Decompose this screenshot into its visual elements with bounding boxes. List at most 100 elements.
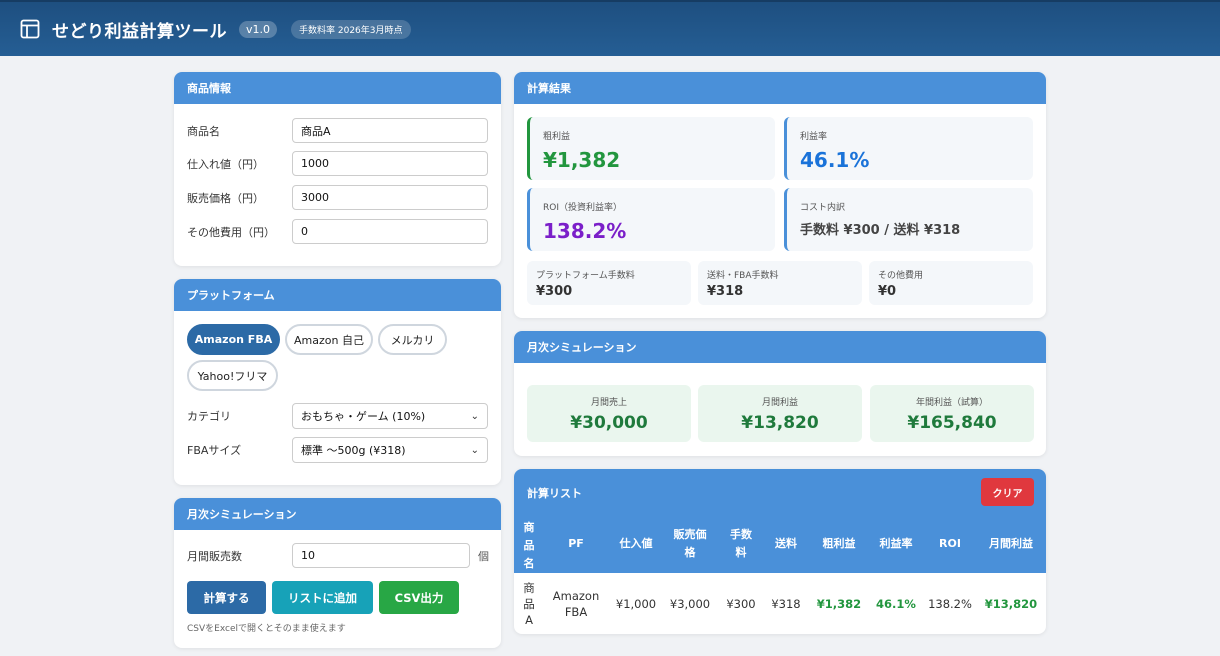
app-header: せどり利益計算ツール v1.0 手数料率 2026年3月時点 <box>0 0 1220 56</box>
monthly-profit-label: 月間利益 <box>761 398 798 408</box>
version-badge: v1.0 <box>239 20 278 38</box>
monthly-sales-result-value: ¥30,000 <box>570 413 648 433</box>
platform-title: プラットフォーム <box>174 279 501 311</box>
monthly-sales-label: 月間販売数 <box>187 549 242 563</box>
category-value: おもちゃ・ゲーム (10%) <box>301 410 426 423</box>
cost-price-row: 仕入れ値（円） 1000 <box>187 151 488 176</box>
other-cost-row: その他費用（円） 0 <box>187 219 488 244</box>
monthly-profit-value: ¥13,820 <box>741 413 819 433</box>
cost-price-input[interactable]: 1000 <box>292 151 488 176</box>
monthly-sales-row: 月間販売数 10 個 <box>187 543 489 568</box>
shipping-fee-value: ¥318 <box>707 284 744 299</box>
category-select[interactable]: おもちゃ・ゲーム (10%) ⌄ <box>292 403 488 429</box>
sale-price-input[interactable]: 3000 <box>292 185 488 210</box>
category-row: カテゴリ おもちゃ・ゲーム (10%) ⌄ <box>187 403 488 429</box>
cell-margin: 46.1% <box>876 597 916 611</box>
cell-product-name: 商品A <box>523 581 535 627</box>
shipping-fee-label: 送料・FBA手数料 <box>707 271 779 281</box>
product-info-card: 商品情報 商品名 商品A 仕入れ値（円） 1000 販売価格（円） 3000 そ… <box>174 72 501 266</box>
calc-list-title: 計算リスト <box>527 487 582 500</box>
col-shipping: 送料 <box>775 537 797 550</box>
product-name-value: 商品A <box>301 124 331 138</box>
col-price: 販売価格 <box>673 528 707 559</box>
cell-pf: Amazon FBA <box>552 589 600 619</box>
margin-value: 46.1% <box>800 148 870 172</box>
cell-shipping: ¥318 <box>771 597 801 611</box>
cell-monthly-profit: ¥13,820 <box>984 597 1038 611</box>
csv-export-button[interactable]: CSV出力 <box>379 581 459 614</box>
cell-price: ¥3,000 <box>669 597 711 611</box>
monthly-sales-unit: 個 <box>478 549 489 563</box>
annual-profit-label: 年間利益（試算） <box>915 398 988 408</box>
other-cost-result-value: ¥0 <box>878 284 897 299</box>
app-title: せどり利益計算ツール <box>52 21 227 42</box>
calc-list-card: 計算リスト クリア 商品名 PF 仕入値 販売価格 手数料 送料 粗利益 利益率… <box>514 469 1046 634</box>
fee-note-badge: 手数料率 2026年3月時点 <box>291 19 411 39</box>
fba-size-row: FBAサイズ 標準 〜500g (¥318) ⌄ <box>187 437 488 463</box>
other-cost-result-label: その他費用 <box>878 271 924 281</box>
other-cost-box: その他費用 ¥0 <box>869 261 1033 305</box>
cell-roi: 138.2% <box>928 597 972 611</box>
col-monthly-profit: 月間利益 <box>989 537 1033 550</box>
roi-value: 138.2% <box>543 219 627 243</box>
product-name-label: 商品名 <box>187 124 220 138</box>
fba-size-select[interactable]: 標準 〜500g (¥318) ⌄ <box>292 437 488 463</box>
margin-label: 利益率 <box>800 132 828 142</box>
cost-breakdown-value: 手数料 ¥300 / 送料 ¥318 <box>800 223 961 238</box>
col-fee: 手数料 <box>730 528 752 559</box>
csv-note: CSVをExcelで開くとそのまま使えます <box>187 624 346 634</box>
sale-price-row: 販売価格（円） 3000 <box>187 185 488 210</box>
product-name-input[interactable]: 商品A <box>292 118 488 143</box>
monthly-input-card: 月次シミュレーション 月間販売数 10 個 計算する リストに追加 CSV出力 … <box>174 498 501 648</box>
platform-amazon-self-button[interactable]: Amazon 自己 <box>285 324 373 355</box>
platform-mercari-button[interactable]: メルカリ <box>378 324 447 355</box>
monthly-result-card: 月次シミュレーション 月間売上 ¥30,000 月間利益 ¥13,820 年間利… <box>514 331 1046 456</box>
product-name-row: 商品名 商品A <box>187 118 488 143</box>
result-card: 計算結果 粗利益 ¥1,382 利益率 46.1% ROI（投資利益率） 138… <box>514 72 1046 318</box>
sale-price-label: 販売価格（円） <box>187 191 264 205</box>
monthly-sales-result-label: 月間売上 <box>590 398 627 408</box>
col-gross: 粗利益 <box>822 537 856 550</box>
platform-card: プラットフォーム Amazon FBA Amazon 自己 メルカリ Yahoo… <box>174 279 501 485</box>
platform-fee-value: ¥300 <box>536 284 573 299</box>
cost-breakdown-label: コスト内訳 <box>800 203 846 213</box>
layout-icon <box>20 19 40 39</box>
calculate-button[interactable]: 計算する <box>187 581 266 614</box>
col-pf: PF <box>568 537 584 550</box>
clear-button[interactable]: クリア <box>981 478 1034 506</box>
platform-amazon-fba-button[interactable]: Amazon FBA <box>187 324 280 355</box>
roi-box: ROI（投資利益率） 138.2% <box>527 188 775 251</box>
chevron-down-icon: ⌄ <box>470 410 479 422</box>
roi-label: ROI（投資利益率） <box>543 203 622 213</box>
chevron-down-icon: ⌄ <box>470 444 479 456</box>
monthly-sales-value: 10 <box>301 549 315 562</box>
monthly-profit-box: 月間利益 ¥13,820 <box>698 385 862 442</box>
other-cost-input[interactable]: 0 <box>292 219 488 244</box>
result-title: 計算結果 <box>514 72 1046 104</box>
fba-size-label: FBAサイズ <box>187 444 242 457</box>
fba-size-value: 標準 〜500g (¥318) <box>301 444 406 457</box>
annual-profit-value: ¥165,840 <box>907 413 997 433</box>
cell-gross: ¥1,382 <box>816 597 862 611</box>
col-roi: ROI <box>939 537 961 550</box>
platform-fee-label: プラットフォーム手数料 <box>536 271 635 281</box>
shipping-fee-box: 送料・FBA手数料 ¥318 <box>698 261 862 305</box>
cell-fee: ¥300 <box>726 597 756 611</box>
monthly-sales-box: 月間売上 ¥30,000 <box>527 385 691 442</box>
cost-price-value: 1000 <box>301 157 329 170</box>
other-cost-label: その他費用（円） <box>187 225 275 239</box>
cell-cost: ¥1,000 <box>615 597 657 611</box>
gross-profit-box: 粗利益 ¥1,382 <box>527 117 775 180</box>
gross-profit-value: ¥1,382 <box>543 148 621 172</box>
calc-list-header <box>514 469 1046 573</box>
annual-profit-box: 年間利益（試算） ¥165,840 <box>870 385 1034 442</box>
product-info-title: 商品情報 <box>174 72 501 104</box>
platform-yahoo-button[interactable]: Yahoo!フリマ <box>187 360 278 391</box>
add-to-list-button[interactable]: リストに追加 <box>272 581 373 614</box>
monthly-sales-input[interactable]: 10 <box>292 543 470 568</box>
margin-box: 利益率 46.1% <box>784 117 1033 180</box>
sale-price-value: 3000 <box>301 191 329 204</box>
category-label: カテゴリ <box>187 410 231 423</box>
other-cost-value: 0 <box>301 225 308 238</box>
col-cost: 仕入値 <box>619 537 653 550</box>
